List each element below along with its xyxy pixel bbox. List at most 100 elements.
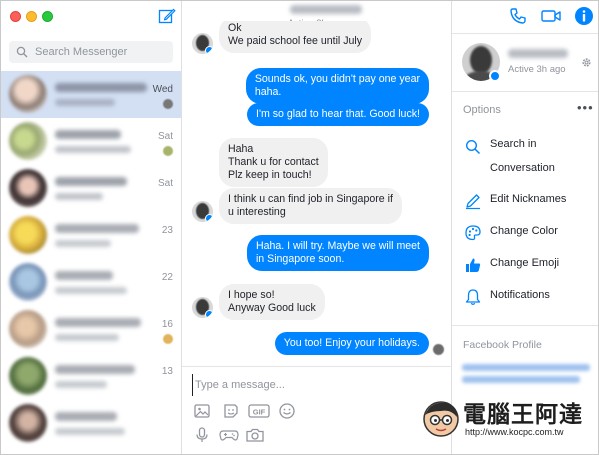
conversation-item[interactable]: Sat bbox=[1, 165, 181, 212]
conversation-name bbox=[55, 271, 113, 280]
zoom-window-button[interactable] bbox=[42, 11, 53, 22]
message-text: Plz keep in touch! bbox=[228, 169, 312, 181]
conversation-time: Sat bbox=[157, 131, 173, 142]
conversation-item[interactable]: 13 bbox=[1, 353, 181, 400]
avatar bbox=[9, 216, 47, 254]
message-incoming: I think u can find job in Singapore if u… bbox=[219, 188, 402, 224]
watermark: 電腦王阿達 http://www.kocpc.com.tw bbox=[419, 393, 595, 445]
message-text: I'm so glad to hear that. Good luck! bbox=[256, 108, 420, 120]
facebook-profile-heading: Facebook Profile bbox=[463, 339, 542, 351]
phone-icon[interactable] bbox=[508, 6, 528, 26]
message-text: Haha. I will try. Maybe we will meet bbox=[255, 240, 420, 252]
avatar bbox=[9, 75, 47, 113]
info-icon[interactable] bbox=[574, 6, 594, 26]
conversation-time: Sat bbox=[157, 178, 173, 189]
contact-name bbox=[508, 49, 568, 58]
conversation-list: Wed Sat Sat 23 22 16 13 bbox=[1, 71, 181, 447]
message-text: We paid school fee until July bbox=[228, 35, 363, 47]
avatar bbox=[9, 263, 47, 301]
thumbs-up-icon bbox=[466, 258, 481, 272]
search-input[interactable] bbox=[35, 44, 169, 60]
avatar bbox=[9, 169, 47, 207]
facebook-profile-link[interactable] bbox=[462, 364, 590, 371]
message-input[interactable] bbox=[192, 374, 440, 396]
camera-icon[interactable] bbox=[245, 426, 265, 444]
conversation-item[interactable]: Sat bbox=[1, 118, 181, 165]
minimize-window-button[interactable] bbox=[26, 11, 37, 22]
image-icon[interactable] bbox=[193, 402, 211, 420]
conversation-preview bbox=[55, 193, 103, 200]
palette-icon bbox=[465, 225, 481, 241]
contact-profile: Active 3h ago bbox=[452, 33, 598, 92]
avatar bbox=[9, 122, 47, 160]
option-label: Change Color bbox=[490, 225, 558, 237]
message-text: Anyway Good luck bbox=[228, 302, 316, 314]
sidebar-titlebar bbox=[1, 1, 182, 32]
contact-status: Active 3h ago bbox=[508, 64, 566, 75]
search-icon bbox=[465, 139, 481, 155]
message-text: Ok bbox=[228, 22, 242, 34]
microphone-icon[interactable] bbox=[193, 426, 211, 444]
conversation-time: 22 bbox=[161, 272, 173, 283]
conversation-preview bbox=[55, 146, 131, 153]
conversation-name bbox=[55, 365, 135, 374]
read-receipt-avatar bbox=[433, 344, 444, 355]
messenger-window: Wed Sat Sat 23 bbox=[0, 0, 599, 455]
header-actions bbox=[452, 1, 598, 32]
watermark-title: 電腦王阿達 bbox=[463, 402, 583, 428]
option-label: Search in Conversation bbox=[490, 132, 555, 180]
compose-icon[interactable] bbox=[158, 7, 176, 25]
message-outgoing: You too! Enjoy your holidays. bbox=[274, 332, 429, 355]
message-text: Thank u for contact bbox=[228, 156, 319, 168]
conversation-item[interactable]: 16 bbox=[1, 306, 181, 353]
message-text: in Singapore soon. bbox=[255, 253, 345, 265]
message-text: Sounds ok, you didn't pay one year bbox=[254, 73, 420, 85]
conversation-name bbox=[55, 130, 121, 139]
message-outgoing: Haha. I will try. Maybe we will meet in … bbox=[246, 235, 429, 271]
conversation-name bbox=[55, 83, 147, 92]
sticker-icon[interactable] bbox=[222, 402, 240, 420]
conversation-item[interactable]: Wed bbox=[1, 71, 181, 118]
conversation-item[interactable]: 23 bbox=[1, 212, 181, 259]
notifications-option[interactable]: Notifications bbox=[452, 283, 598, 313]
bell-icon bbox=[465, 289, 481, 305]
conversation-preview bbox=[55, 287, 127, 294]
mascot-logo bbox=[423, 401, 459, 437]
messenger-badge-icon bbox=[489, 70, 501, 82]
message-incoming: I hope so! Anyway Good luck bbox=[219, 284, 325, 320]
search-box bbox=[9, 41, 173, 63]
search-in-conversation-option[interactable]: Search in Conversation bbox=[452, 132, 598, 180]
message-text: I think u can find job in Singapore if bbox=[228, 193, 393, 205]
search-icon bbox=[16, 46, 28, 58]
option-label: Notifications bbox=[490, 289, 550, 301]
seen-avatar bbox=[163, 99, 173, 109]
option-label: Edit Nicknames bbox=[490, 193, 567, 205]
gear-icon[interactable] bbox=[580, 56, 593, 69]
avatar bbox=[9, 310, 47, 348]
change-color-option[interactable]: Change Color bbox=[452, 219, 598, 249]
close-window-button[interactable] bbox=[10, 11, 21, 22]
conversation-item[interactable]: 22 bbox=[1, 259, 181, 306]
message-composer: GIF bbox=[182, 366, 451, 454]
conversation-preview bbox=[55, 334, 119, 341]
message-thread: Ok We paid school fee until July Sounds … bbox=[182, 21, 451, 356]
conversation-time: 13 bbox=[161, 366, 173, 377]
option-label: Change Emoji bbox=[490, 257, 560, 269]
message-text: haha. bbox=[254, 86, 282, 98]
conversation-item[interactable] bbox=[1, 400, 181, 447]
conversation-time: 23 bbox=[161, 225, 173, 236]
message-incoming: Ok We paid school fee until July bbox=[219, 21, 372, 53]
video-call-icon[interactable] bbox=[540, 6, 562, 26]
edit-nicknames-option[interactable]: Edit Nicknames bbox=[452, 187, 598, 217]
gif-icon[interactable]: GIF bbox=[248, 402, 270, 420]
change-emoji-option[interactable]: Change Emoji bbox=[452, 251, 598, 281]
more-options-button[interactable]: ••• bbox=[577, 100, 594, 115]
conversation-name bbox=[55, 177, 127, 186]
message-text: I hope so! bbox=[228, 289, 275, 301]
sender-avatar bbox=[192, 201, 213, 222]
game-controller-icon[interactable] bbox=[219, 426, 239, 444]
facebook-profile-link[interactable] bbox=[462, 376, 580, 383]
emoji-icon[interactable] bbox=[278, 402, 296, 420]
seen-avatar bbox=[163, 146, 173, 156]
option-label-line: Conversation bbox=[490, 162, 555, 174]
